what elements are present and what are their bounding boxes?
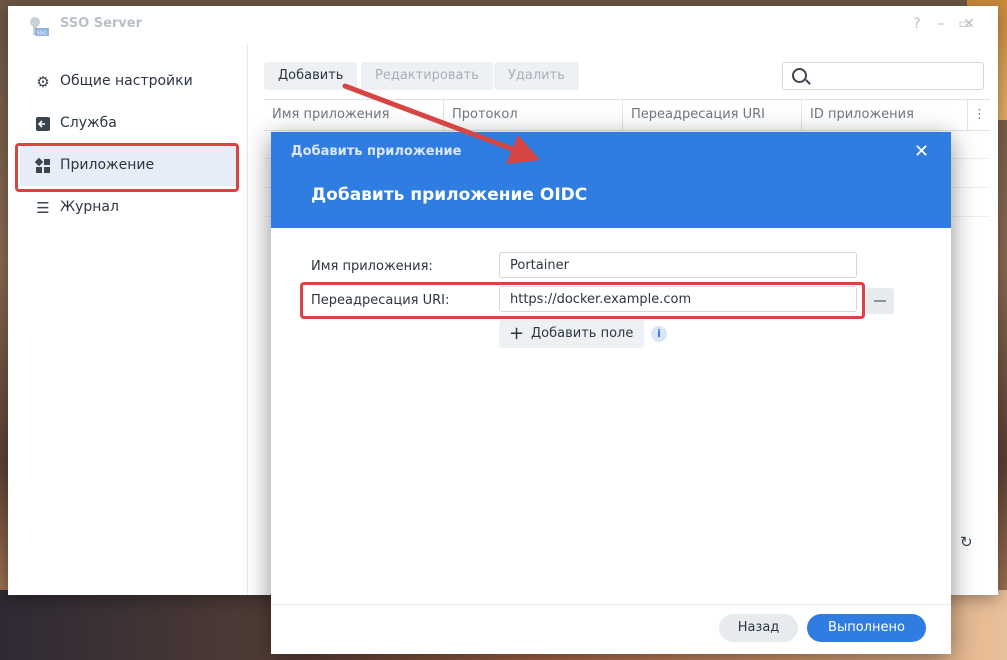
sidebar-item-label: Общие настройки [60, 73, 193, 89]
sidebar: ⚙ Общие настройки Служба Приложение ☰ Жу… [8, 44, 248, 595]
close-window-button[interactable]: ✕ [960, 15, 978, 33]
edit-button[interactable]: Редактировать [361, 62, 493, 90]
dialog-header: Добавить приложение ✕ Добавить приложени… [271, 132, 951, 228]
info-icon[interactable]: i [651, 326, 667, 342]
sso-app-icon: SSO [30, 17, 49, 37]
column-app-id[interactable]: ID приложения [802, 100, 968, 130]
app-name-field[interactable]: Portainer [499, 252, 857, 278]
title-bar: SSO SSO Server ? – ▭ ✕ [8, 6, 998, 44]
plus-icon: + [509, 323, 525, 344]
service-icon [35, 116, 51, 132]
help-button[interactable]: ? [908, 15, 926, 33]
refresh-icon[interactable]: ↻ [960, 533, 973, 551]
app-name-label: Имя приложения: [311, 259, 433, 274]
list-icon: ☰ [36, 199, 50, 217]
gear-icon: ⚙ [36, 73, 50, 91]
add-field-button[interactable]: + Добавить поле [499, 320, 644, 348]
redirect-uri-highlight-box [300, 282, 865, 319]
dialog-footer-divider [271, 604, 951, 605]
sidebar-item-service[interactable]: Служба [20, 104, 238, 144]
close-icon[interactable]: ✕ [914, 141, 929, 162]
dialog-title: Добавить приложение OIDC [311, 185, 588, 205]
svg-text:SSO: SSO [37, 31, 47, 37]
sidebar-item-general-settings[interactable]: ⚙ Общие настройки [20, 62, 238, 102]
sidebar-item-label: Журнал [60, 199, 119, 215]
sidebar-highlight-box [15, 143, 239, 192]
column-protocol[interactable]: Протокол [444, 100, 623, 130]
add-button[interactable]: Добавить [264, 62, 358, 90]
back-button[interactable]: Назад [719, 614, 798, 642]
add-application-dialog: Добавить приложение ✕ Добавить приложени… [271, 132, 951, 654]
remove-field-button[interactable] [866, 288, 894, 314]
delete-button[interactable]: Удалить [494, 62, 579, 90]
done-button[interactable]: Выполнено [807, 614, 926, 642]
search-icon [792, 68, 807, 83]
table-header: Имя приложения Протокол Переадресация UR… [264, 99, 990, 131]
search-input[interactable] [782, 62, 984, 90]
minimize-button[interactable]: – [932, 15, 950, 33]
sidebar-item-label: Служба [60, 115, 117, 131]
more-columns-icon[interactable]: ⋮ [973, 107, 986, 122]
column-redirect-uri[interactable]: Переадресация URI [623, 100, 802, 130]
window-title: SSO Server [60, 16, 143, 31]
sidebar-item-log[interactable]: ☰ Журнал [20, 188, 238, 228]
column-app-name[interactable]: Имя приложения [264, 100, 444, 130]
dialog-caption: Добавить приложение [291, 144, 462, 159]
add-field-label: Добавить поле [531, 326, 634, 341]
